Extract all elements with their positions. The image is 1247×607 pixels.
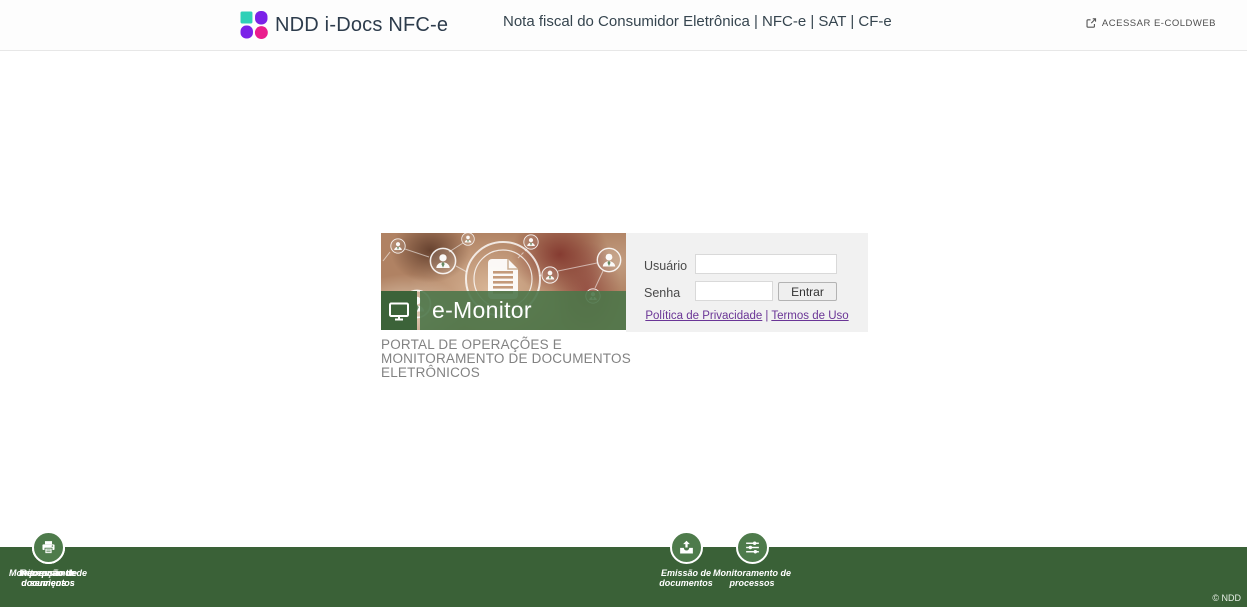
emonitor-band: e-Monitor [381, 291, 626, 330]
password-label: Senha [644, 286, 681, 300]
links-separator: | [765, 310, 769, 322]
login-section: e-Monitor Usuário Senha Entrar Política … [381, 233, 868, 381]
printer-icon [31, 531, 65, 564]
person-node-icon [596, 247, 622, 273]
footer-item-monitoramento-processos[interactable]: Monitoramento de processos [704, 531, 800, 588]
portal-caption: PORTAL DE OPERAÇÕES E MONITORAMENTO DE D… [381, 337, 631, 381]
person-node-icon [390, 238, 406, 254]
person-node-icon [429, 247, 457, 275]
top-header: NDD i-Docs NFC-e Nota fiscal do Consumid… [0, 0, 1247, 51]
username-label: Usuário [644, 259, 688, 273]
emonitor-band-rest: e-Monitor [420, 291, 626, 330]
password-input[interactable] [695, 281, 773, 301]
upload-tray-icon [669, 531, 703, 564]
footer-item-impressao[interactable]: Impressão de documentos [0, 531, 96, 588]
app-title: NDD i-Docs NFC-e [275, 13, 449, 36]
monitor-icon-tile [381, 291, 417, 330]
ndd-logo-icon [240, 11, 268, 39]
external-link-icon [1086, 18, 1096, 28]
legal-links: Política de Privacidade | Termos de Uso [626, 310, 868, 322]
emonitor-banner: e-Monitor [381, 233, 626, 330]
product-name: e-Monitor [432, 297, 532, 323]
app-logo[interactable]: NDD i-Docs NFC-e [240, 11, 448, 39]
login-button[interactable]: Entrar [778, 282, 837, 301]
username-input[interactable] [695, 254, 837, 274]
person-node-icon [523, 234, 539, 250]
monitor-icon [389, 302, 409, 320]
footer-item-label: Impressão de documentos [18, 568, 78, 588]
privacy-policy-link[interactable]: Política de Privacidade [645, 310, 762, 322]
person-node-icon [461, 233, 475, 246]
login-form: Usuário Senha Entrar Política de Privaci… [626, 233, 868, 332]
header-subtitle: Nota fiscal do Consumidor Eletrônica | N… [503, 13, 892, 30]
person-node-icon [541, 266, 559, 284]
sliders-icon [735, 531, 769, 564]
footer-item-label: Monitoramento de processos [713, 568, 791, 588]
terms-of-use-link[interactable]: Termos de Uso [771, 310, 848, 322]
access-ecoldweb-link[interactable]: ACESSAR E-COLDWEB [1085, 17, 1216, 29]
copyright: © NDD [1212, 593, 1241, 603]
page: NDD i-Docs NFC-e Nota fiscal do Consumid… [0, 0, 1247, 607]
footer-bar [0, 547, 1247, 607]
access-ecoldweb-label: ACESSAR E-COLDWEB [1101, 17, 1216, 29]
